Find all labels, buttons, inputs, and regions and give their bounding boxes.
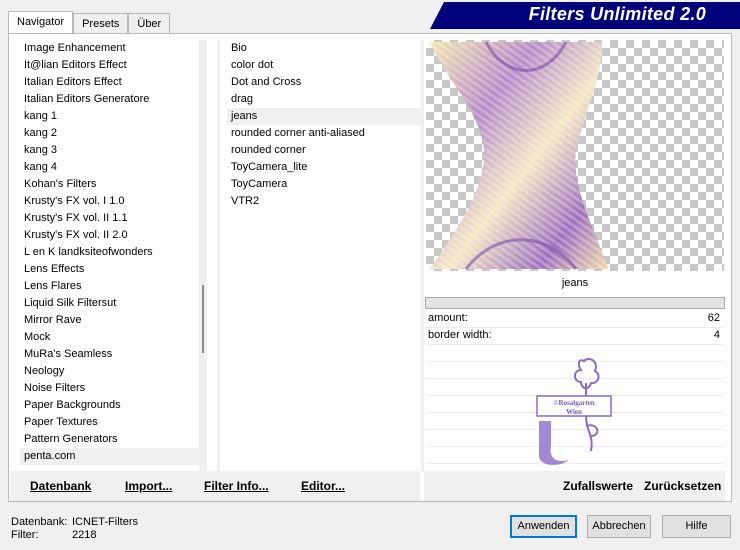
category-item[interactable]: Lens Flares (20, 278, 204, 295)
category-item[interactable]: Italian Editors Generatore (20, 91, 204, 108)
category-item[interactable]: It@lian Editors Effect (20, 57, 204, 74)
category-item[interactable]: kang 1 (20, 108, 204, 125)
category-item[interactable]: Krusty's FX vol. II 2.0 (20, 227, 204, 244)
category-item[interactable]: Lens Effects (20, 261, 204, 278)
category-item[interactable]: Mock (20, 329, 204, 346)
parameter-row[interactable]: border width: 4 (426, 327, 724, 345)
filter-item[interactable]: jeans (227, 108, 423, 125)
watermark-line2: Wien (566, 408, 582, 416)
banner-title: Filters Unlimited 2.0 (528, 4, 706, 24)
tab-presets[interactable]: Presets (73, 13, 129, 33)
help-button[interactable]: Hilfe (662, 515, 731, 538)
filter-item[interactable]: VTR2 (227, 193, 423, 210)
watermark-line1: ©Rosalgarten (553, 399, 594, 407)
filter-item[interactable]: Dot and Cross (227, 74, 423, 91)
app-banner: Filters Unlimited 2.0 (430, 2, 740, 29)
import-button[interactable]: Import... (125, 479, 172, 493)
filter-preview (426, 40, 724, 271)
filter-item[interactable]: ToyCamera (227, 176, 423, 193)
navigator-panel: Image Enhancement It@lian Editors Effect I… (8, 33, 732, 502)
parameter-label: amount: (428, 312, 468, 324)
selected-filter-name: jeans (561, 277, 589, 289)
parameter-value[interactable]: 62 (708, 312, 720, 324)
filter-count-label: Filter: (11, 529, 39, 541)
category-item[interactable]: Italian Editors Effect (20, 74, 204, 91)
filter-item[interactable]: rounded corner anti-aliased (227, 125, 423, 142)
editor-button[interactable]: Editor... (301, 479, 345, 493)
category-item[interactable]: penta.com (20, 448, 204, 465)
category-item[interactable]: kang 4 (20, 159, 204, 176)
category-item[interactable]: Pattern Generators (20, 431, 204, 448)
list-divider (217, 40, 220, 472)
filter-item[interactable]: drag (227, 91, 423, 108)
parameter-value[interactable]: 4 (714, 329, 720, 341)
category-item[interactable]: Liquid Silk Filtersut (20, 295, 204, 312)
filter-item[interactable]: Bio (227, 40, 423, 57)
category-list[interactable]: Image Enhancement It@lian Editors Effect I… (20, 40, 204, 473)
parameter-row[interactable]: amount: 62 (426, 310, 724, 328)
random-values-button[interactable]: Zufallswerte (563, 479, 633, 493)
tab-navigator[interactable]: Navigator (8, 11, 74, 33)
reset-button[interactable]: Zurücksetzen (644, 479, 721, 493)
category-scrollbar-thumb[interactable] (202, 285, 204, 353)
progress-bar (425, 297, 725, 309)
category-item[interactable]: Paper Textures (20, 414, 204, 431)
cancel-button[interactable]: Abbrechen (587, 515, 651, 538)
category-item[interactable]: Krusty's FX vol. II 1.1 (20, 210, 204, 227)
category-item[interactable]: Image Enhancement (20, 40, 204, 57)
database-label: Datenbank: (11, 516, 68, 528)
category-item[interactable]: Noise Filters (20, 380, 204, 397)
preset-toolbar: Zufallswerte Zurücksetzen (424, 471, 725, 501)
category-item[interactable]: kang 2 (20, 125, 204, 142)
watermark-logo: ©Rosalgarten Wien (536, 358, 612, 465)
category-item[interactable]: Mirror Rave (20, 312, 204, 329)
category-scrollbar[interactable] (199, 40, 207, 472)
apply-button[interactable]: Anwenden (510, 515, 577, 538)
preview-image (430, 41, 608, 270)
tab-bar: Navigator Presets Über (8, 11, 171, 33)
category-item[interactable]: Kohan's Filters (20, 176, 204, 193)
filter-item[interactable]: color dot (227, 57, 423, 74)
filter-list[interactable]: Bio color dot Dot and Cross drag jeans rounde… (227, 40, 423, 473)
category-item[interactable]: kang 3 (20, 142, 204, 159)
filter-count-value: 2218 (72, 529, 97, 541)
database-button[interactable]: Datenbank (30, 479, 91, 493)
filter-item[interactable]: ToyCamera_lite (227, 159, 423, 176)
category-item[interactable]: L en K landksiteofwonders (20, 244, 204, 261)
parameter-label: border width: (428, 329, 492, 341)
category-item[interactable]: Paper Backgrounds (20, 397, 204, 414)
category-item[interactable]: MuRa's Seamless (20, 346, 204, 363)
list-divider (421, 40, 424, 472)
category-item[interactable]: Krusty's FX vol. I 1.0 (20, 193, 204, 210)
category-item[interactable]: Neology (20, 363, 204, 380)
tab-about[interactable]: Über (128, 13, 171, 33)
database-value: ICNET-Filters (72, 516, 138, 528)
database-toolbar: Datenbank Import... Filter Info... Edito… (10, 471, 420, 501)
filter-item[interactable]: rounded corner (227, 142, 423, 159)
filter-info-button[interactable]: Filter Info... (204, 479, 269, 493)
